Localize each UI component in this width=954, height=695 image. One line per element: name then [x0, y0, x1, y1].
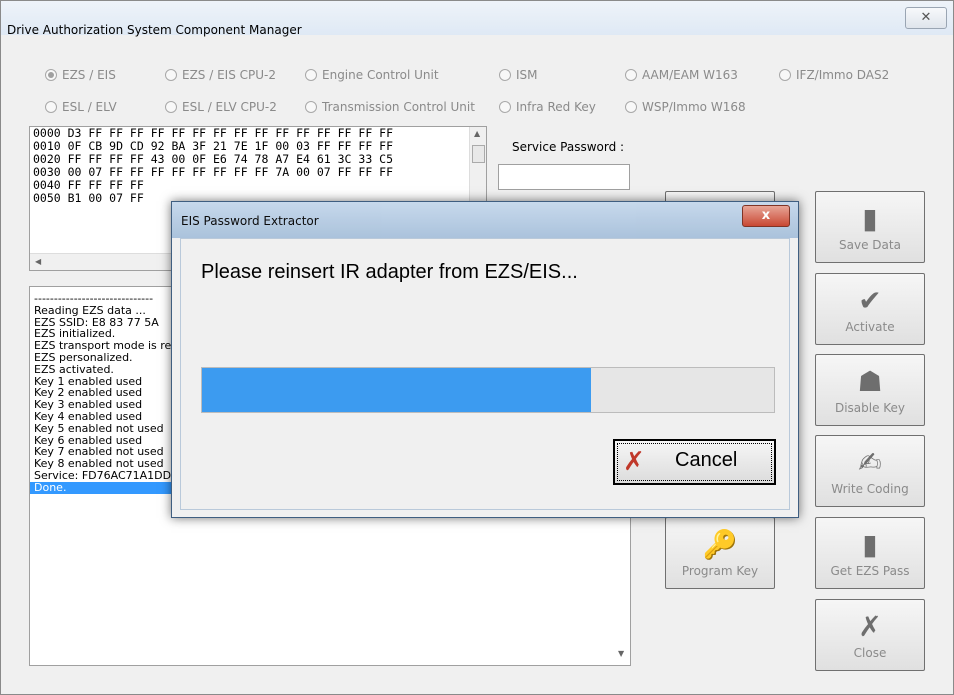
radio-dot [45, 69, 57, 81]
radio-esl-elv-cpu2[interactable]: ESL / ELV CPU-2 [165, 100, 277, 114]
radio-dot [779, 69, 791, 81]
radio-dot [499, 69, 511, 81]
scroll-thumb[interactable] [472, 145, 485, 163]
progress-bar [201, 367, 775, 413]
radio-label: WSP/Immo W168 [642, 100, 746, 114]
activate-label: Activate [845, 320, 895, 334]
dialog-message: Please reinsert IR adapter from EZS/EIS.… [201, 261, 578, 283]
scroll-left-icon[interactable]: ◀ [35, 257, 41, 266]
ezs-icon: ▮ [862, 528, 878, 561]
program-key-label: Program Key [681, 564, 759, 578]
radio-label: ESL / ELV [62, 100, 117, 114]
dialog-body: Please reinsert IR adapter from EZS/EIS.… [180, 238, 790, 510]
window-close-button[interactable]: ✕ [905, 7, 947, 29]
radio-dot [305, 69, 317, 81]
disable-key-button[interactable]: ☗ Disable Key [815, 354, 925, 426]
close-x-icon: ✗ [858, 610, 882, 643]
scroll-down-icon[interactable]: ▼ [618, 649, 624, 658]
title-bar[interactable]: Drive Authorization System Component Man… [1, 1, 953, 37]
radio-label: ISM [516, 68, 538, 82]
radio-label: Transmission Control Unit [322, 100, 475, 114]
radio-esl-elv[interactable]: ESL / ELV [45, 100, 117, 114]
radio-dot [165, 69, 177, 81]
cancel-label: Cancel [675, 449, 738, 471]
radio-dot [305, 101, 317, 113]
close-icon: ✕ [920, 10, 932, 25]
program-key-button[interactable]: 🔑 Program Key [665, 517, 775, 589]
progress-fill [202, 368, 591, 412]
radio-aam-eam-w163[interactable]: AAM/EAM W163 [625, 68, 738, 82]
radio-dot [165, 101, 177, 113]
checkmark-icon: ✔ [858, 284, 882, 317]
radio-label: Engine Control Unit [322, 68, 439, 82]
key-icon: 🔑 [702, 528, 738, 561]
radio-transmission-control-unit[interactable]: Transmission Control Unit [305, 100, 475, 114]
radio-ism[interactable]: ISM [499, 68, 538, 82]
dialog-close-button[interactable]: x [742, 205, 790, 227]
radio-ezs-eis[interactable]: EZS / EIS [45, 68, 116, 82]
service-password-input[interactable] [498, 164, 630, 190]
radio-dot [45, 101, 57, 113]
cancel-x-icon: ✗ [623, 447, 645, 477]
radio-label: EZS / EIS [62, 68, 116, 82]
radio-infra-red-key[interactable]: Infra Red Key [499, 100, 596, 114]
radio-wsp-immo-w168[interactable]: WSP/Immo W168 [625, 100, 746, 114]
activate-button[interactable]: ✔ Activate [815, 273, 925, 345]
save-data-button[interactable]: ▮ Save Data [815, 191, 925, 263]
get-ezs-pass-label: Get EZS Pass [830, 564, 910, 578]
write-coding-label: Write Coding [831, 482, 909, 496]
write-coding-button[interactable]: ✍ Write Coding [815, 435, 925, 507]
close-icon: x [761, 208, 771, 223]
close-label: Close [853, 646, 887, 660]
radio-label: ESL / ELV CPU-2 [182, 100, 277, 114]
service-password-label: Service Password : [512, 140, 625, 154]
radio-label: AAM/EAM W163 [642, 68, 738, 82]
radio-dot [625, 101, 637, 113]
radio-label: EZS / EIS CPU-2 [182, 68, 277, 82]
eis-password-extractor-dialog: EIS Password Extractor x Please reinsert… [171, 201, 799, 518]
get-ezs-pass-button[interactable]: ▮ Get EZS Pass [815, 517, 925, 589]
radio-label: Infra Red Key [516, 100, 596, 114]
radio-dot [625, 69, 637, 81]
main-window: Drive Authorization System Component Man… [0, 0, 954, 695]
write-coding-icon: ✍ [858, 446, 882, 479]
radio-ifz-immo-das2[interactable]: IFZ/Immo DAS2 [779, 68, 889, 82]
save-icon: ▮ [862, 202, 878, 235]
window-title: Drive Authorization System Component Man… [7, 23, 302, 37]
cancel-button[interactable]: ✗ Cancel [613, 439, 776, 485]
radio-engine-control-unit[interactable]: Engine Control Unit [305, 68, 439, 82]
close-button[interactable]: ✗ Close [815, 599, 925, 671]
save-data-label: Save Data [839, 238, 901, 252]
disable-key-label: Disable Key [834, 401, 906, 415]
dialog-title: EIS Password Extractor [181, 214, 319, 228]
key-disable-icon: ☗ [857, 365, 883, 398]
radio-ezs-eis-cpu2[interactable]: EZS / EIS CPU-2 [165, 68, 276, 82]
radio-label: IFZ/Immo DAS2 [796, 68, 890, 82]
dialog-title-bar[interactable]: EIS Password Extractor x [172, 202, 798, 238]
scroll-up-icon[interactable]: ▲ [474, 129, 480, 138]
radio-dot [499, 101, 511, 113]
